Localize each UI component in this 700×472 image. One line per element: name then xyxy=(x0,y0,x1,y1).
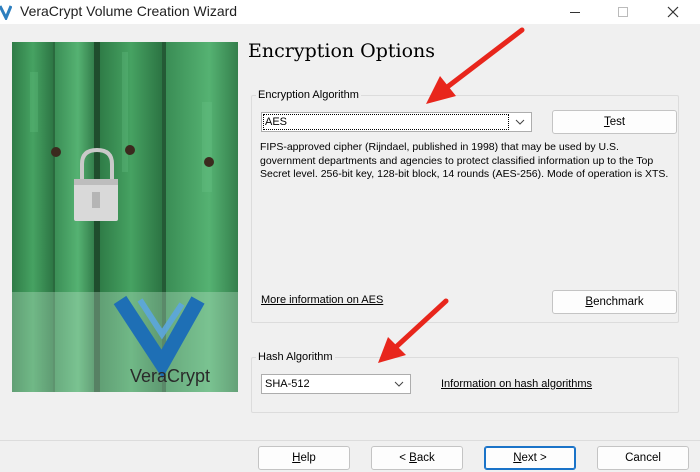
hash-info-link[interactable]: Information on hash algorithms xyxy=(441,378,592,390)
minimize-button[interactable] xyxy=(552,0,598,24)
maximize-button[interactable] xyxy=(600,0,646,24)
benchmark-button[interactable]: Benchmark xyxy=(552,290,677,314)
hash-algorithm-select[interactable]: SHA-512 xyxy=(261,374,411,394)
page-title: Encryption Options xyxy=(248,40,436,62)
veracrypt-app-icon xyxy=(0,4,13,22)
encryption-algorithm-label: Encryption Algorithm xyxy=(256,89,361,101)
more-info-aes-link[interactable]: More information on AES xyxy=(261,294,383,306)
back-button[interactable]: < Back xyxy=(371,446,463,470)
focus-indicator xyxy=(263,114,509,130)
encryption-algorithm-value: AES xyxy=(265,116,288,128)
hash-algorithm-label: Hash Algorithm xyxy=(256,351,335,363)
wizard-banner-image: VeraCrypt xyxy=(12,42,238,392)
chevron-down-icon xyxy=(394,379,404,392)
wizard-window: VeraCrypt Volume Creation Wizard VeraCry… xyxy=(0,0,700,472)
footer-separator xyxy=(0,440,700,441)
close-icon xyxy=(667,6,679,18)
title-bar[interactable]: VeraCrypt Volume Creation Wizard xyxy=(0,0,700,24)
close-button[interactable] xyxy=(650,0,696,24)
hash-algorithm-value: SHA-512 xyxy=(265,378,310,390)
chevron-down-icon xyxy=(515,117,525,130)
cancel-button[interactable]: Cancel xyxy=(597,446,689,470)
test-button[interactable]: Test xyxy=(552,110,677,134)
maximize-icon xyxy=(618,7,628,17)
next-button[interactable]: Next > xyxy=(484,446,576,470)
window-title: VeraCrypt Volume Creation Wizard xyxy=(20,3,238,19)
minimize-icon xyxy=(570,12,580,13)
veracrypt-logo-text: VeraCrypt xyxy=(130,366,210,386)
help-button[interactable]: Help xyxy=(258,446,350,470)
encryption-algorithm-select[interactable]: AES xyxy=(261,112,532,132)
algorithm-description: FIPS-approved cipher (Rijndael, publishe… xyxy=(260,141,669,180)
